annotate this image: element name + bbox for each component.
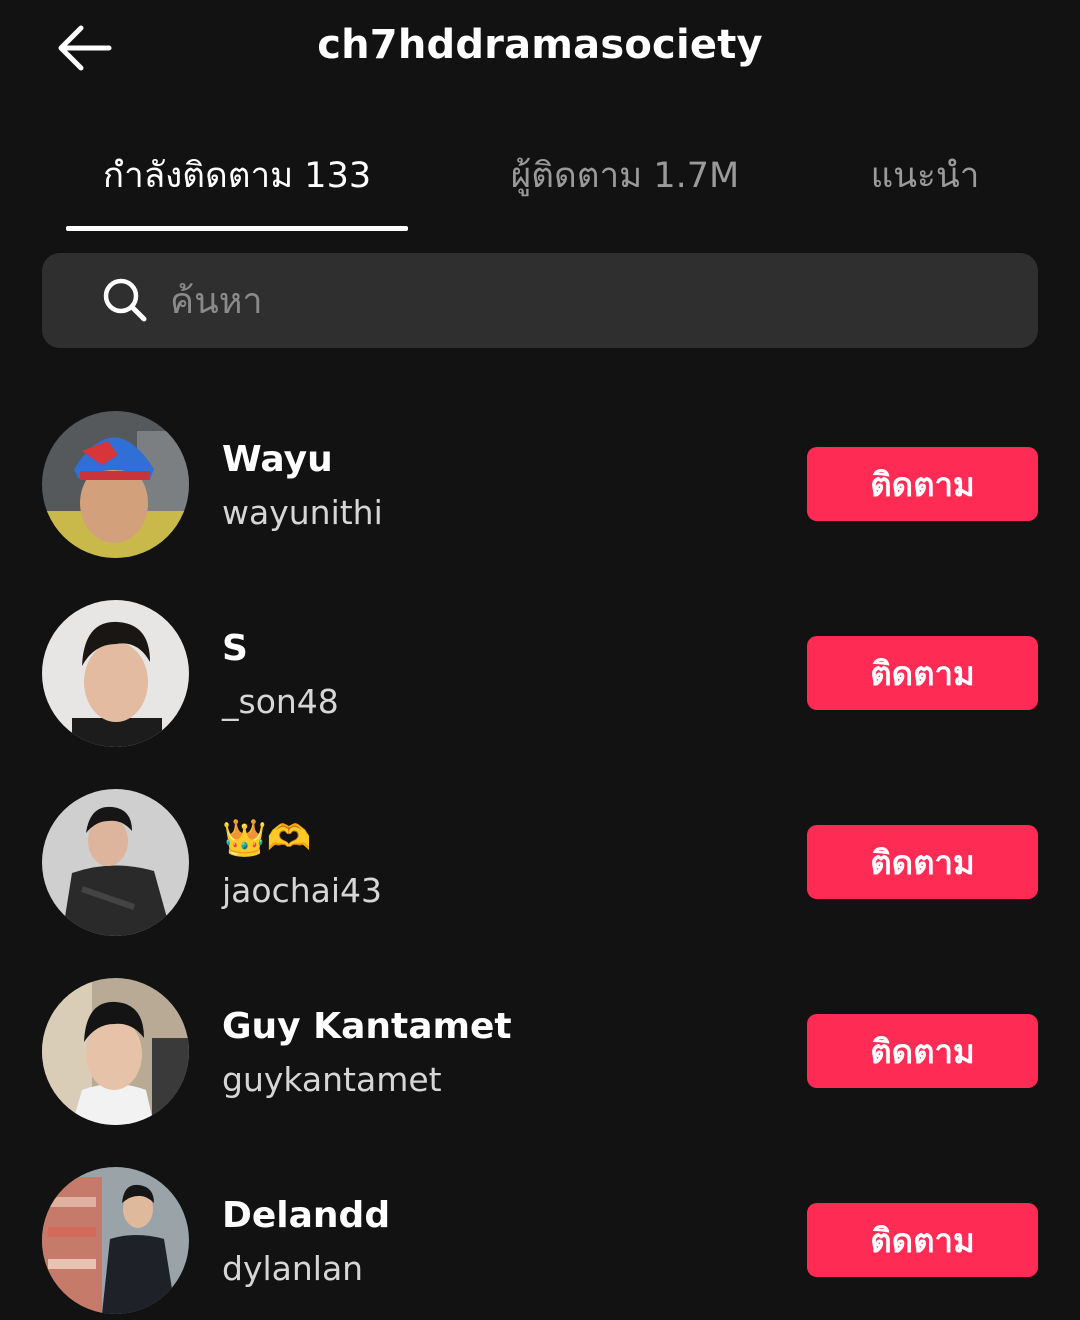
follow-button[interactable]: ติดตาม xyxy=(807,1014,1038,1088)
list-item[interactable]: Wayu wayunithi ติดตาม xyxy=(0,411,1080,561)
follow-button[interactable]: ติดตาม xyxy=(807,825,1038,899)
list-item[interactable]: Delandd dylanlan ติดตาม xyxy=(0,1167,1080,1317)
user-handle: _son48 xyxy=(222,682,339,721)
user-handle: dylanlan xyxy=(222,1249,364,1288)
user-handle: wayunithi xyxy=(222,493,383,532)
page-title: ch7hddramasociety xyxy=(317,22,763,68)
user-display-name: Delandd xyxy=(222,1195,391,1236)
user-handle: guykantamet xyxy=(222,1060,442,1099)
following-list-screen: ch7hddramasociety กำลังติดตาม 133 ผู้ติด… xyxy=(0,0,1080,1320)
header: ch7hddramasociety xyxy=(0,0,1080,100)
user-display-name: Wayu xyxy=(222,439,333,480)
search-bar[interactable] xyxy=(42,253,1038,348)
list-item[interactable]: Guy Kantamet guykantamet ติดตาม xyxy=(0,978,1080,1128)
search-icon xyxy=(103,278,147,322)
search-input[interactable] xyxy=(170,273,990,329)
avatar[interactable] xyxy=(42,1167,189,1314)
avatar[interactable] xyxy=(42,978,189,1125)
avatar[interactable] xyxy=(42,600,189,747)
user-handle: jaochai43 xyxy=(222,871,383,910)
follow-button[interactable]: ติดตาม xyxy=(807,636,1038,710)
user-display-name: S xyxy=(222,628,248,669)
active-tab-indicator xyxy=(66,226,408,231)
tab-suggested[interactable]: แนะนำ xyxy=(840,148,1010,228)
list-item[interactable]: S _son48 ติดตาม xyxy=(0,600,1080,750)
user-display-name: 👑🫶 xyxy=(222,818,312,859)
user-display-name: Guy Kantamet xyxy=(222,1006,512,1047)
tab-following[interactable]: กำลังติดตาม 133 xyxy=(66,148,408,228)
tab-bar: กำลังติดตาม 133 ผู้ติดตาม 1.7M แนะนำ xyxy=(0,140,1080,232)
avatar[interactable] xyxy=(42,411,189,558)
follow-button[interactable]: ติดตาม xyxy=(807,1203,1038,1277)
avatar[interactable] xyxy=(42,789,189,936)
tab-followers[interactable]: ผู้ติดตาม 1.7M xyxy=(470,148,780,228)
follow-button[interactable]: ติดตาม xyxy=(807,447,1038,521)
list-item[interactable]: 👑🫶 jaochai43 ติดตาม xyxy=(0,789,1080,939)
